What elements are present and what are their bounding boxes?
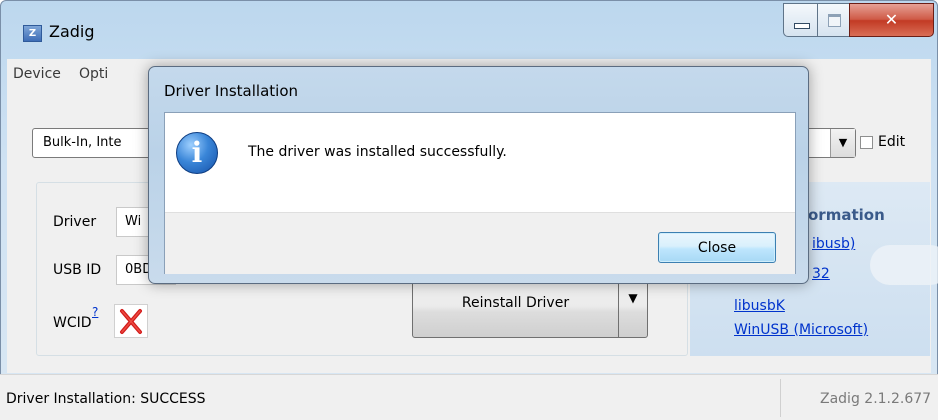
usb-id-label: USB ID [53, 262, 102, 278]
version-text: Zadig 2.1.2.677 [820, 391, 932, 407]
link-libusb[interactable]: ibusb) [812, 236, 855, 252]
maximize-button[interactable] [817, 3, 849, 37]
cross-icon [114, 304, 148, 338]
dialog-title: Driver Installation [164, 82, 299, 100]
minimize-icon [794, 23, 810, 29]
window-title: Zadig [49, 22, 95, 41]
edit-checkbox[interactable] [860, 136, 873, 149]
info-heading: ormation [808, 206, 885, 224]
maximize-icon [828, 14, 841, 27]
close-icon: ✕ [884, 10, 899, 29]
link-winusb[interactable]: WinUSB (Microsoft) [734, 322, 868, 338]
chevron-down-icon: ▼ [628, 291, 638, 305]
wcid-label: WCID [53, 315, 92, 331]
chevron-down-icon[interactable]: ▼ [830, 129, 855, 157]
information-icon: i [176, 132, 218, 174]
wcid-help-link[interactable]: ? [92, 305, 98, 319]
dialog-message: The driver was installed successfully. [248, 144, 507, 160]
reinstall-driver-label: Reinstall Driver [461, 295, 570, 311]
zadig-app-icon: Z [23, 25, 42, 42]
cross-icon-svg [120, 309, 142, 334]
device-select-value: Bulk-In, Inte [43, 135, 122, 150]
dialog-close-button[interactable]: Close [658, 232, 776, 263]
reinstall-options-dropdown[interactable]: ▼ [618, 281, 647, 337]
title-bar[interactable]: Z Zadig ✕ [1, 1, 937, 57]
driver-field-value: Wi [125, 214, 142, 229]
reinstall-driver-button[interactable]: Reinstall Driver ▼ [412, 280, 648, 338]
link-libusb-win32[interactable]: 32 [812, 266, 830, 282]
panel-decoration [870, 245, 938, 285]
status-text: Driver Installation: SUCCESS [6, 391, 206, 407]
link-libusbk[interactable]: libusbK [734, 298, 785, 314]
driver-label: Driver [53, 214, 97, 230]
menu-device[interactable]: Device [13, 66, 61, 82]
close-window-button[interactable]: ✕ [849, 3, 934, 37]
edit-label: Edit [878, 134, 906, 150]
status-bar: Driver Installation: SUCCESS Zadig 2.1.2… [0, 374, 938, 420]
status-divider [780, 379, 781, 417]
menu-options[interactable]: Opti [79, 66, 108, 82]
minimize-button[interactable] [783, 3, 817, 37]
